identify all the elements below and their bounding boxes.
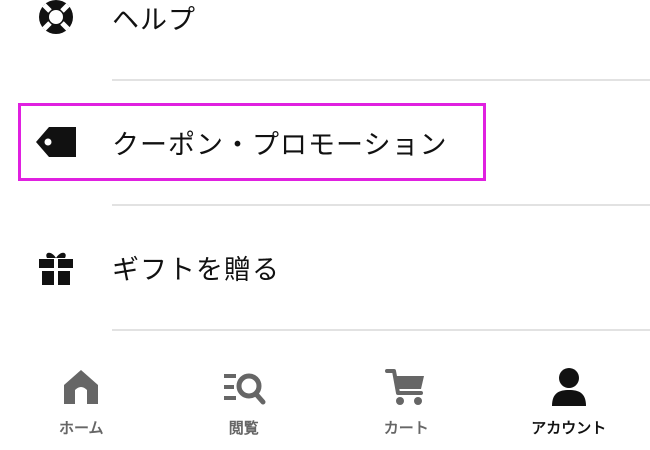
home-icon xyxy=(58,365,104,409)
account-icon xyxy=(546,365,592,409)
menu-item-help-label: ヘルプ xyxy=(112,4,196,36)
menu-item-send-gift-label: ギフトを贈る xyxy=(112,254,280,286)
divider xyxy=(112,329,650,331)
tab-cart[interactable]: カート xyxy=(325,350,488,450)
menu-item-coupons-promotions[interactable]: クーポン・プロモーション xyxy=(0,112,650,172)
cart-icon xyxy=(383,365,429,409)
divider xyxy=(112,204,650,206)
tab-account[interactable]: アカウント xyxy=(488,350,650,450)
tab-browse-label: 閲覧 xyxy=(228,419,259,437)
tab-home[interactable]: ホーム xyxy=(0,350,163,450)
lifebuoy-icon xyxy=(36,0,76,37)
divider xyxy=(112,79,650,81)
bottom-tab-bar: ホーム 閲覧 カート アカウント xyxy=(0,350,650,450)
browse-search-icon xyxy=(221,365,267,409)
tab-home-label: ホーム xyxy=(58,419,104,437)
tag-icon xyxy=(36,122,76,162)
menu-item-send-gift[interactable]: ギフトを贈る xyxy=(0,237,650,297)
tab-cart-label: カート xyxy=(383,419,429,437)
menu-item-coupons-promotions-label: クーポン・プロモーション xyxy=(112,129,448,161)
tab-account-label: アカウント xyxy=(531,419,607,437)
tab-browse[interactable]: 閲覧 xyxy=(163,350,326,450)
account-menu-screen: ヘルプ クーポン・プロモーション ギフトを贈る ホーム 閲覧 カート アカウント xyxy=(0,0,650,450)
menu-item-help[interactable]: ヘルプ xyxy=(0,0,650,47)
gift-icon xyxy=(36,247,76,287)
